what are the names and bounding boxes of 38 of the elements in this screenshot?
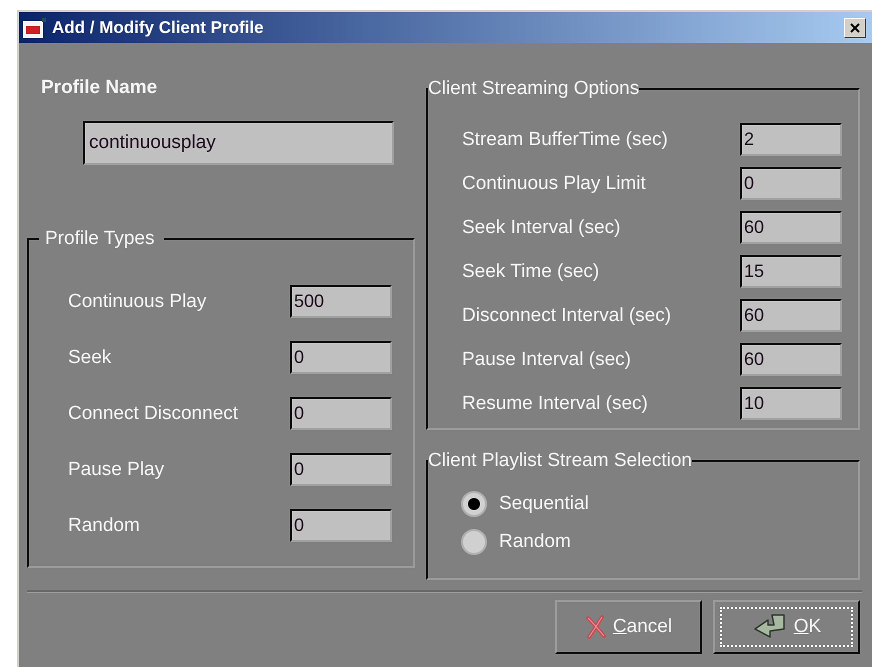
number-field[interactable]: 2 xyxy=(740,123,842,156)
close-button[interactable] xyxy=(844,18,866,38)
field-label: Stream BufferTime (sec) xyxy=(462,128,669,150)
field-label: Pause Play xyxy=(68,458,166,480)
number-field[interactable]: 60 xyxy=(740,343,842,376)
number-field[interactable]: 0 xyxy=(290,397,392,430)
number-field[interactable]: 0 xyxy=(290,453,392,486)
cancel-button[interactable]: Cancel xyxy=(555,600,702,654)
window-title: Add / Modify Client Profile xyxy=(52,18,265,38)
group-title: Client Streaming Options xyxy=(428,78,640,100)
group-title: Client Playlist Stream Selection xyxy=(428,450,692,472)
field-label: Continuous Play Limit xyxy=(462,172,647,194)
group-title: Profile Types xyxy=(44,228,156,250)
field-label: Connect Disconnect xyxy=(68,402,240,424)
number-field[interactable]: 60 xyxy=(740,211,842,244)
number-field[interactable]: 0 xyxy=(740,167,842,200)
field-label: Resume Interval (sec) xyxy=(462,392,649,414)
number-field[interactable]: 0 xyxy=(290,341,392,374)
number-field[interactable]: 60 xyxy=(740,299,842,332)
field-label: Seek Interval (sec) xyxy=(462,216,622,238)
app-icon xyxy=(23,16,47,38)
number-field[interactable]: 15 xyxy=(740,255,842,288)
number-field[interactable]: 500 xyxy=(290,285,392,318)
profile-name-field[interactable]: continuousplay xyxy=(83,121,394,165)
field-label: Pause Interval (sec) xyxy=(462,348,632,370)
radio-option[interactable]: Sequential xyxy=(461,491,858,517)
radio-option[interactable]: Random xyxy=(461,529,858,555)
field-label: Disconnect Interval (sec) xyxy=(462,304,672,326)
ok-button[interactable]: OK xyxy=(713,600,860,654)
field-label: Seek xyxy=(68,346,112,368)
field-label: Random xyxy=(68,514,141,536)
close-icon xyxy=(850,22,860,32)
field-label: Continuous Play xyxy=(68,290,208,312)
number-field[interactable]: 10 xyxy=(740,387,842,420)
profile-name-label: Profile Name xyxy=(41,77,158,99)
field-label: Seek Time (sec) xyxy=(462,260,600,282)
number-field[interactable]: 0 xyxy=(290,509,392,542)
cross-icon xyxy=(584,615,607,639)
